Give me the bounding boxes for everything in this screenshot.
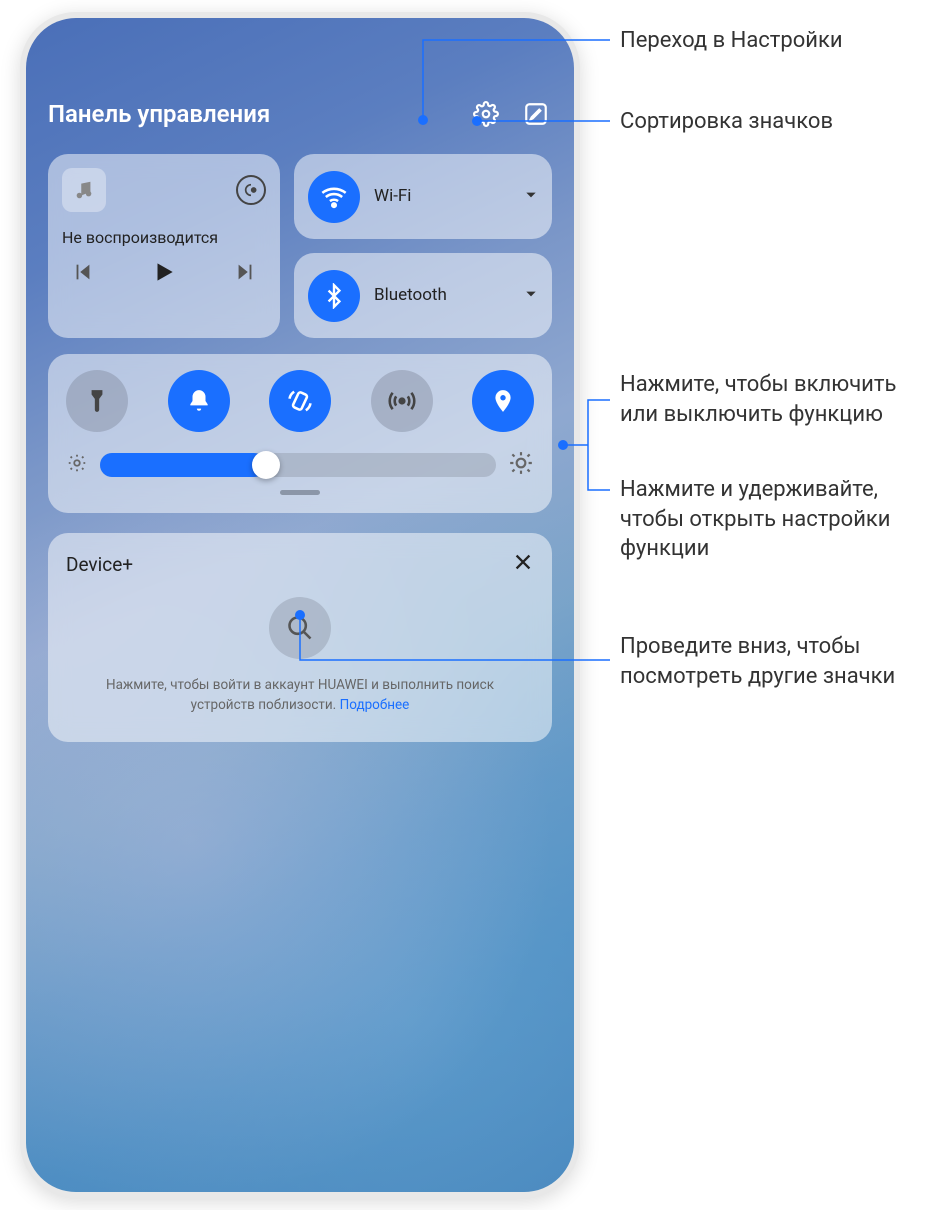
annotation-settings: Переход в Настройки: [620, 26, 843, 56]
wifi-card[interactable]: Wi-Fi: [294, 154, 552, 239]
settings-button[interactable]: [470, 98, 502, 130]
quick-toggles-card: [48, 354, 552, 513]
sort-button[interactable]: [520, 98, 552, 130]
device-plus-close-button[interactable]: [512, 551, 534, 577]
annotation-sort: Сортировка значков: [620, 107, 833, 137]
bluetooth-icon: [321, 283, 347, 309]
expand-handle[interactable]: [280, 490, 320, 495]
phone-frame: Панель управления: [20, 12, 580, 1198]
hotspot-toggle[interactable]: [371, 370, 433, 432]
bluetooth-label: Bluetooth: [374, 285, 524, 305]
brightness-low-icon: [66, 452, 88, 478]
play-button[interactable]: [151, 259, 177, 285]
device-plus-hint: Нажмите, чтобы войти в аккаунт HUAWEI и …: [66, 675, 534, 724]
play-icon: [151, 259, 177, 285]
hotspot-icon: [388, 387, 416, 415]
device-plus-more-link[interactable]: Подробнее: [340, 697, 410, 713]
rotate-icon: [286, 387, 314, 415]
chevron-down-icon: [524, 287, 538, 301]
bluetooth-expand-button[interactable]: [524, 286, 538, 305]
wifi-expand-button[interactable]: [524, 187, 538, 206]
next-track-button[interactable]: [234, 261, 256, 283]
bell-icon: [186, 388, 212, 414]
brightness-slider[interactable]: [100, 453, 496, 477]
device-plus-card: Device+ Нажмите, чтобы войти в аккаунт H…: [48, 533, 552, 742]
cast-icon: [243, 182, 259, 198]
bluetooth-icon-badge: [308, 270, 360, 322]
chevron-down-icon: [524, 188, 538, 202]
device-plus-title: Device+: [66, 553, 133, 576]
autorotate-toggle[interactable]: [269, 370, 331, 432]
prev-track-button[interactable]: [72, 261, 94, 283]
brightness-thumb[interactable]: [252, 451, 280, 479]
music-artwork-placeholder: [62, 168, 106, 212]
flashlight-icon: [84, 388, 110, 414]
annotation-swipe: Проведите вниз, чтобы посмотреть другие …: [620, 632, 920, 691]
edit-icon: [523, 101, 549, 127]
search-icon: [286, 614, 314, 642]
control-panel-header: Панель управления: [48, 98, 552, 130]
music-card[interactable]: Не воспроизводится: [48, 154, 280, 338]
location-icon: [490, 388, 516, 414]
brightness-high-icon: [508, 450, 534, 480]
annotation-tap: Нажмите, чтобы включить или выключить фу…: [620, 370, 920, 429]
skip-forward-icon: [234, 261, 256, 283]
music-status-label: Не воспроизводится: [62, 228, 266, 247]
wifi-label: Wi-Fi: [374, 186, 524, 206]
wifi-icon-badge: [308, 171, 360, 223]
brightness-fill: [100, 453, 266, 477]
bluetooth-card[interactable]: Bluetooth: [294, 253, 552, 338]
wifi-icon: [320, 183, 348, 211]
music-note-icon: [73, 179, 95, 201]
location-toggle[interactable]: [472, 370, 534, 432]
gear-icon: [473, 101, 499, 127]
skip-back-icon: [72, 261, 94, 283]
annotation-hold: Нажмите и удерживайте, чтобы открыть нас…: [620, 475, 920, 564]
phone-screen: Панель управления: [26, 18, 574, 1192]
device-search-button[interactable]: [269, 597, 331, 659]
audio-cast-button[interactable]: [236, 175, 266, 205]
page-title: Панель управления: [48, 100, 452, 128]
brightness-row: [66, 450, 534, 480]
close-icon: [512, 551, 534, 573]
flashlight-toggle[interactable]: [66, 370, 128, 432]
sound-toggle[interactable]: [168, 370, 230, 432]
